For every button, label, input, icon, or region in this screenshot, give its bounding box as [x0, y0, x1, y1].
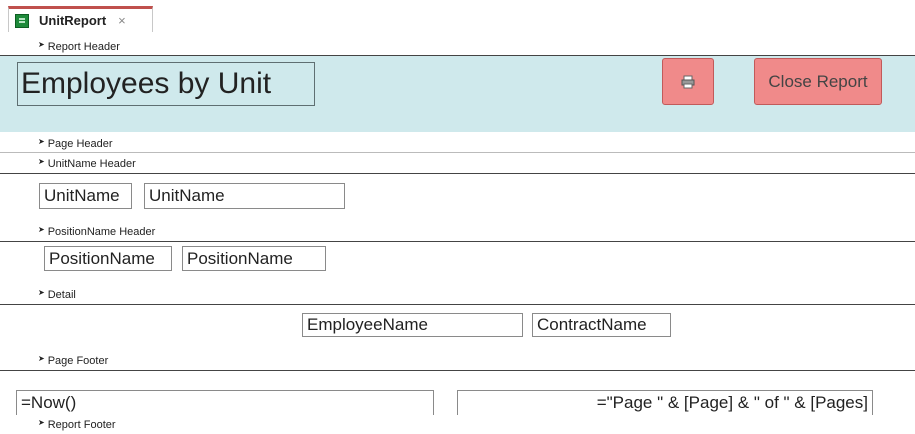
tab-unitreport[interactable]: UnitReport ×: [8, 6, 153, 32]
close-report-button[interactable]: Close Report: [754, 58, 882, 105]
section-arrow-icon: ➤: [38, 157, 45, 166]
divider: [0, 152, 915, 153]
contractname-field[interactable]: ContractName: [532, 313, 671, 337]
section-bar-unitname-header[interactable]: ➤ UnitName Header: [0, 154, 915, 173]
section-arrow-icon: ➤: [38, 137, 45, 146]
print-button[interactable]: [662, 58, 714, 105]
unitname-field[interactable]: UnitName: [144, 183, 345, 209]
section-label: PositionName Header: [47, 225, 156, 238]
section-arrow-icon: ➤: [38, 418, 45, 427]
divider: [0, 370, 915, 371]
section-bar-positionname-header[interactable]: ➤ PositionName Header: [0, 222, 915, 241]
section-bar-report-footer[interactable]: ➤ Report Footer: [0, 415, 915, 434]
tab-title: UnitReport: [39, 13, 107, 28]
positionname-field[interactable]: PositionName: [182, 246, 326, 271]
page-number-field[interactable]: ="Page " & [Page] & " of " & [Pages]: [457, 390, 873, 415]
report-title[interactable]: Employees by Unit: [17, 62, 315, 106]
section-label: Report Footer: [47, 418, 116, 431]
report-icon: [15, 13, 29, 28]
divider: [0, 241, 915, 242]
section-label: Detail: [47, 288, 76, 301]
section-bar-page-footer[interactable]: ➤ Page Footer: [0, 351, 915, 370]
unitname-label[interactable]: UnitName: [39, 183, 132, 209]
section-arrow-icon: ➤: [38, 40, 45, 49]
section-bar-report-header[interactable]: ➤ Report Header: [0, 37, 915, 56]
section-label: Report Header: [47, 40, 120, 53]
section-arrow-icon: ➤: [38, 354, 45, 363]
divider: [0, 173, 915, 174]
section-arrow-icon: ➤: [38, 288, 45, 297]
document-tab-strip: UnitReport ×: [0, 0, 915, 32]
positionname-label[interactable]: PositionName: [44, 246, 172, 271]
section-bar-detail[interactable]: ➤ Detail: [0, 285, 915, 304]
now-field[interactable]: =Now(): [16, 390, 434, 415]
employeename-field[interactable]: EmployeeName: [302, 313, 523, 337]
close-tab-icon[interactable]: ×: [118, 13, 126, 28]
section-label: Page Footer: [47, 354, 109, 367]
printer-icon: [681, 75, 695, 88]
divider: [0, 304, 915, 305]
section-label: UnitName Header: [47, 157, 136, 170]
section-label: Page Header: [47, 137, 113, 150]
section-bar-page-header[interactable]: ➤ Page Header: [0, 134, 915, 153]
section-arrow-icon: ➤: [38, 225, 45, 234]
